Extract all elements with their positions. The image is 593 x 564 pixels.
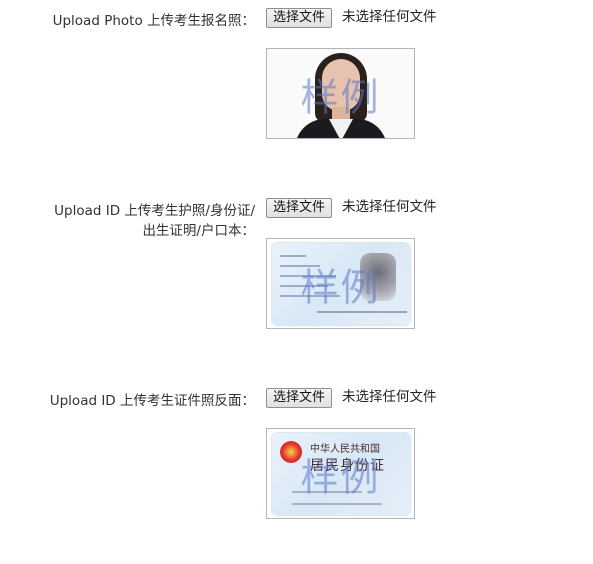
id-front-sample-image: 样例 xyxy=(266,238,415,329)
id-back-label-text: Upload ID 上传考生证件照反面： xyxy=(49,393,255,409)
photo-sample-image: 样例 xyxy=(266,48,415,139)
id-back-upload-label: Upload ID 上传考生证件照反面： xyxy=(25,391,255,411)
id-back-sample-image: 中华人民共和国 居民身份证 样例 xyxy=(266,428,415,519)
id-front-file-status: 未选择任何文件 xyxy=(342,199,437,215)
id-front-choose-file-button[interactable]: 选择文件 xyxy=(266,198,333,218)
photo-upload-label-text: Upload Photo 上传考生报名照： xyxy=(52,13,255,29)
id-front-label-line1: Upload ID 上传考生护照/身份证/ xyxy=(54,203,255,219)
photo-upload-label: Upload Photo 上传考生报名照： xyxy=(25,11,255,31)
id-back-choose-file-button[interactable]: 选择文件 xyxy=(266,388,333,408)
card-title-top: 中华人民共和国 xyxy=(310,444,380,455)
card-title-main: 居民身份证 xyxy=(310,458,385,474)
id-front-label-line2: 出生证明/户口本： xyxy=(142,223,255,239)
id-front-upload-label: Upload ID 上传考生护照/身份证/ 出生证明/户口本： xyxy=(25,201,255,241)
national-emblem-icon xyxy=(280,441,302,463)
photo-file-status: 未选择任何文件 xyxy=(342,9,437,25)
id-back-file-status: 未选择任何文件 xyxy=(342,389,437,405)
photo-choose-file-button[interactable]: 选择文件 xyxy=(266,8,333,28)
